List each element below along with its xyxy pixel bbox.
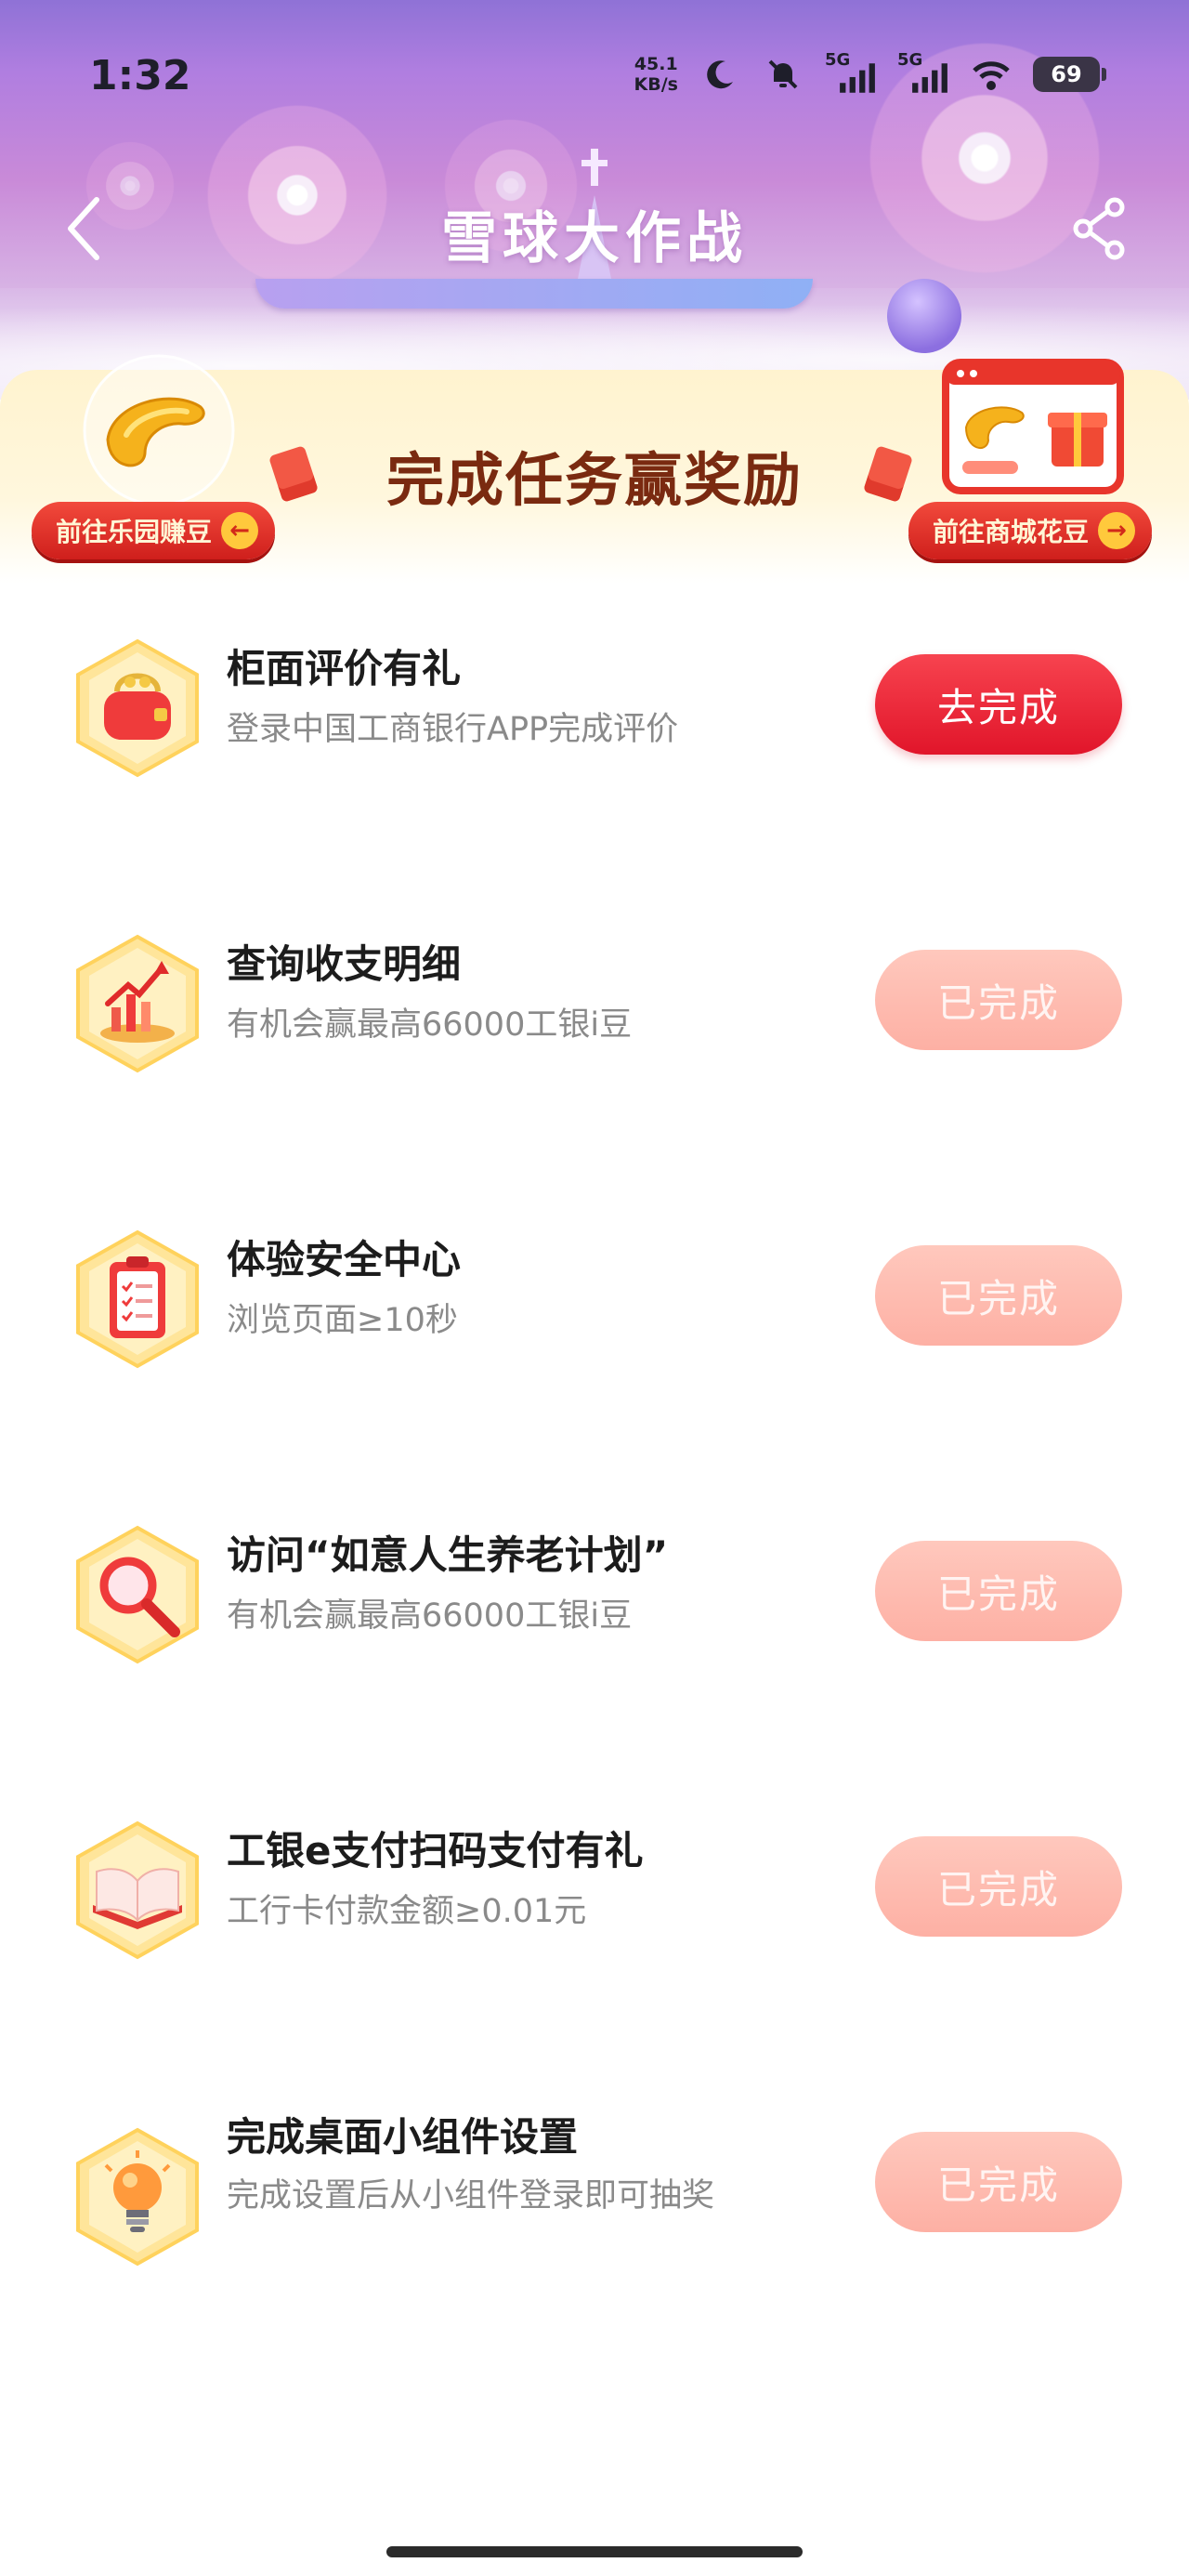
- task-desc: 完成设置后从小组件登录即可抽奖: [227, 2177, 715, 2215]
- golden-bean-icon: [83, 354, 235, 506]
- task-desc: 登录中国工商银行APP完成评价: [227, 711, 679, 748]
- signal-icon-1: 5G: [825, 50, 877, 93]
- back-button[interactable]: [56, 191, 111, 266]
- share-button[interactable]: [1065, 191, 1135, 266]
- task-desc: 有机会赢最高66000工银i豆: [227, 1597, 633, 1635]
- task-title: 工银e支付扫码支付有礼: [227, 1828, 644, 1873]
- task-title: 体验安全中心: [227, 1237, 462, 1282]
- purse-icon: [76, 638, 199, 778]
- task-desc: 有机会赢最高66000工银i豆: [227, 1006, 633, 1044]
- net-speed-unit: KB/s: [634, 74, 678, 95]
- completed-button[interactable]: 已完成: [875, 1245, 1122, 1346]
- muted-bell-icon: [768, 59, 798, 89]
- net-speed-value: 45.1: [634, 54, 678, 74]
- magnifier-icon: [76, 1525, 199, 1664]
- task-title: 柜面评价有礼: [227, 646, 462, 691]
- go-spend-beans-button[interactable]: 前往商城花豆 →: [908, 502, 1153, 559]
- book-icon: [76, 1820, 199, 1960]
- task-title: 访问“如意人生养老计划”: [227, 1532, 669, 1578]
- arrow-left-icon: ←: [221, 512, 259, 549]
- completed-button[interactable]: 已完成: [875, 1836, 1122, 1937]
- task-item: 柜面评价有礼 登录中国工商银行APP完成评价 去完成: [0, 637, 1189, 823]
- chevron-left-icon: [68, 197, 99, 260]
- battery-indicator: 69: [1033, 57, 1106, 92]
- completed-button[interactable]: 已完成: [875, 950, 1122, 1050]
- task-item: 体验安全中心 浏览页面≥10秒 已完成: [0, 1229, 1189, 1414]
- completed-button[interactable]: 已完成: [875, 2132, 1122, 2232]
- go-complete-button[interactable]: 去完成: [875, 654, 1122, 755]
- task-title: 查询收支明细: [227, 941, 462, 987]
- task-title: 完成桌面小组件设置: [227, 2114, 579, 2160]
- arrow-right-icon: →: [1098, 512, 1136, 549]
- page-title: 雪球大作战: [441, 206, 748, 271]
- net-speed: 45.1 KB/s: [634, 54, 678, 95]
- status-icons: 45.1 KB/s 5G 5G 69: [634, 50, 1106, 95]
- go-earn-beans-label: 前往乐园赚豆: [56, 517, 213, 547]
- shop-card-icon: [942, 359, 1124, 494]
- stage-decoration: [255, 279, 813, 309]
- task-item: 工银e支付扫码支付有礼 工行卡付款金额≥0.01元 已完成: [0, 1820, 1189, 2005]
- task-item: 完成桌面小组件设置 完成设置后从小组件登录即可抽奖 已完成: [0, 2114, 1189, 2329]
- task-item: 查询收支明细 有机会赢最高66000工银i豆 已完成: [0, 933, 1189, 1119]
- completed-button[interactable]: 已完成: [875, 1541, 1122, 1641]
- go-spend-beans-label: 前往商城花豆: [933, 517, 1090, 547]
- task-item: 访问“如意人生养老计划” 有机会赢最高66000工银i豆 已完成: [0, 1524, 1189, 1710]
- clipboard-icon: [76, 1229, 199, 1369]
- chart-icon: [76, 934, 199, 1073]
- share-icon: [1073, 197, 1125, 260]
- wifi-icon: [973, 61, 1010, 90]
- status-bar: 1:32 45.1 KB/s 5G 5G 69: [0, 0, 1189, 158]
- task-desc: 浏览页面≥10秒: [227, 1302, 458, 1339]
- task-desc: 工行卡付款金额≥0.01元: [227, 1893, 587, 1930]
- status-time: 1:32: [89, 52, 191, 99]
- go-earn-beans-button[interactable]: 前往乐园赚豆 ←: [32, 502, 276, 559]
- lightbulb-icon: [76, 2127, 199, 2267]
- home-indicator[interactable]: [386, 2546, 803, 2557]
- moon-icon: [707, 60, 733, 89]
- signal-icon-2: 5G: [897, 50, 949, 93]
- banner-title: 完成任务赢奖励: [385, 446, 803, 514]
